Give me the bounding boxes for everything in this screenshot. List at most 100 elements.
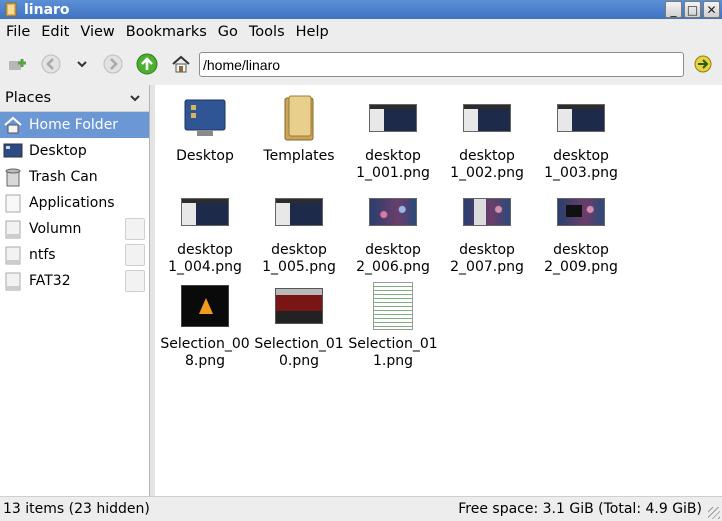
status-bar: 13 items (23 hidden) Free space: 3.1 GiB…: [0, 496, 722, 521]
home-icon: [3, 115, 23, 135]
file-name: desktop 1_004.png: [168, 242, 242, 275]
file-name: desktop 1_005.png: [262, 242, 336, 275]
file-name: desktop 1_002.png: [450, 148, 524, 181]
eject-button[interactable]: [125, 244, 145, 266]
item-count: 13 items (23 hidden): [3, 501, 150, 517]
file-item-desktop-2-006[interactable]: desktop 2_006.png: [346, 187, 440, 276]
sidebar-item-applications[interactable]: Applications: [0, 190, 149, 216]
title-bar: linaro _ □ ✕: [0, 0, 722, 19]
window-title: linaro: [24, 1, 70, 18]
file-item-desktop-1-005[interactable]: desktop 1_005.png: [252, 187, 346, 276]
home-button[interactable]: [167, 50, 195, 78]
file-name: Selection_01 0.png: [254, 336, 344, 369]
file-name: desktop 1_001.png: [356, 148, 430, 181]
file-name: desktop 2_007.png: [450, 242, 524, 275]
sidebar-item-trash-can[interactable]: Trash Can: [0, 164, 149, 190]
back-arrow-icon: [41, 54, 61, 74]
file-item-desktop-1-003[interactable]: desktop 1_003.png: [534, 93, 628, 182]
file-item-desktop-2-009[interactable]: desktop 2_009.png: [534, 187, 628, 276]
applications-icon: [3, 193, 23, 213]
eject-button[interactable]: [125, 270, 145, 292]
desktop-folder-icon: [183, 93, 227, 143]
menu-help[interactable]: Help: [290, 24, 334, 40]
menu-file[interactable]: File: [0, 24, 35, 40]
drive-icon: [3, 271, 23, 291]
forward-button[interactable]: [99, 50, 127, 78]
image-thumbnail: [369, 187, 417, 237]
file-name: desktop 2_009.png: [544, 242, 618, 275]
maximize-button[interactable]: □: [684, 1, 701, 18]
drive-icon: [3, 245, 23, 265]
file-view: Desktop Templates desktop 1_001.png deskt…: [155, 85, 722, 496]
image-thumbnail: [463, 93, 511, 143]
sidebar-item-ntfs[interactable]: ntfs: [0, 242, 149, 268]
image-thumbnail: [275, 281, 323, 331]
chevron-down-icon: [77, 61, 87, 68]
eject-button[interactable]: [125, 218, 145, 240]
chevron-down-icon: [130, 95, 140, 102]
image-thumbnail: [463, 187, 511, 237]
menu-bar: File Edit View Bookmarks Go Tools Help: [0, 19, 722, 45]
file-name: Templates: [263, 148, 335, 164]
up-button[interactable]: [133, 50, 161, 78]
history-dropdown-button[interactable]: [68, 50, 96, 78]
forward-arrow-icon: [103, 54, 123, 74]
image-thumbnail: [181, 281, 229, 331]
free-space: Free space: 3.1 GiB (Total: 4.9 GiB): [458, 501, 702, 517]
menu-bookmarks[interactable]: Bookmarks: [120, 24, 212, 40]
up-arrow-icon: [136, 53, 158, 75]
image-thumbnail: [369, 93, 417, 143]
close-button[interactable]: ✕: [703, 1, 720, 18]
image-thumbnail: [557, 187, 605, 237]
trash-icon: [3, 167, 23, 187]
home-icon: [172, 55, 190, 73]
sidebar-item-desktop[interactable]: Desktop: [0, 138, 149, 164]
new-tab-button[interactable]: [4, 50, 32, 78]
menu-edit[interactable]: Edit: [35, 24, 74, 40]
minimize-button[interactable]: _: [665, 1, 682, 18]
file-item-templates[interactable]: Templates: [252, 93, 346, 165]
file-item-desktop-1-001[interactable]: desktop 1_001.png: [346, 93, 440, 182]
sidebar-item-label: Home Folder: [29, 117, 119, 133]
image-thumbnail: [181, 187, 229, 237]
menu-tools[interactable]: Tools: [243, 24, 290, 40]
sidebar-item-home-folder[interactable]: Home Folder: [0, 112, 149, 138]
sidebar-item-fat32[interactable]: FAT32: [0, 268, 149, 294]
file-item-desktop-1-002[interactable]: desktop 1_002.png: [440, 93, 534, 182]
sidebar-item-volumn[interactable]: Volumn: [0, 216, 149, 242]
file-name: Desktop: [176, 148, 234, 164]
file-item-desktop-1-004[interactable]: desktop 1_004.png: [158, 187, 252, 276]
sidebar-item-label: Volumn: [29, 221, 82, 237]
places-selector[interactable]: Places: [0, 85, 149, 112]
image-thumbnail: [275, 187, 323, 237]
image-thumbnail: [557, 93, 605, 143]
image-thumbnail: [373, 281, 413, 331]
menu-go[interactable]: Go: [212, 24, 243, 40]
desktop-icon: [3, 141, 23, 161]
sidebar-item-label: Applications: [29, 195, 115, 211]
go-arrow-icon: [694, 55, 712, 73]
file-item-selection-010[interactable]: Selection_01 0.png: [252, 281, 346, 370]
path-input[interactable]: [199, 52, 684, 77]
file-name: desktop 2_006.png: [356, 242, 430, 275]
file-item-desktop[interactable]: Desktop: [158, 93, 252, 165]
file-item-selection-011[interactable]: Selection_01 1.png: [346, 281, 440, 370]
file-name: desktop 1_003.png: [544, 148, 618, 181]
sidebar-item-label: Desktop: [29, 143, 87, 159]
folder-icon: [281, 93, 317, 143]
new-tab-icon: [9, 59, 26, 70]
go-button[interactable]: [689, 50, 717, 78]
file-name: Selection_01 1.png: [348, 336, 438, 369]
file-item-desktop-2-007[interactable]: desktop 2_007.png: [440, 187, 534, 276]
folder-icon: [4, 2, 18, 17]
places-label: Places: [5, 90, 52, 106]
sidebar-item-label: ntfs: [29, 247, 56, 263]
menu-view[interactable]: View: [74, 24, 119, 40]
resize-grip[interactable]: [708, 507, 720, 519]
back-button[interactable]: [37, 50, 65, 78]
sidebar-item-label: Trash Can: [29, 169, 98, 185]
file-item-selection-008[interactable]: Selection_00 8.png: [158, 281, 252, 370]
drive-icon: [3, 219, 23, 239]
file-name: Selection_00 8.png: [160, 336, 250, 369]
sidebar-item-label: FAT32: [29, 273, 71, 289]
